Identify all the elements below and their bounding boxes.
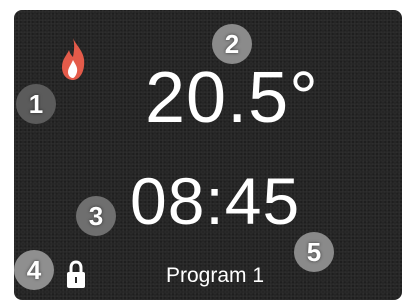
temperature-readout: 20.5° <box>145 58 319 138</box>
callout-4: 4 <box>14 250 54 290</box>
callout-5: 5 <box>294 232 334 272</box>
time-readout: 08:45 <box>130 164 301 238</box>
lock-icon <box>67 260 85 288</box>
callout-3: 3 <box>76 196 116 236</box>
callout-2: 2 <box>212 24 252 64</box>
program-label: Program 1 <box>166 264 265 287</box>
callout-1: 1 <box>16 84 56 124</box>
flame-icon <box>62 38 85 80</box>
